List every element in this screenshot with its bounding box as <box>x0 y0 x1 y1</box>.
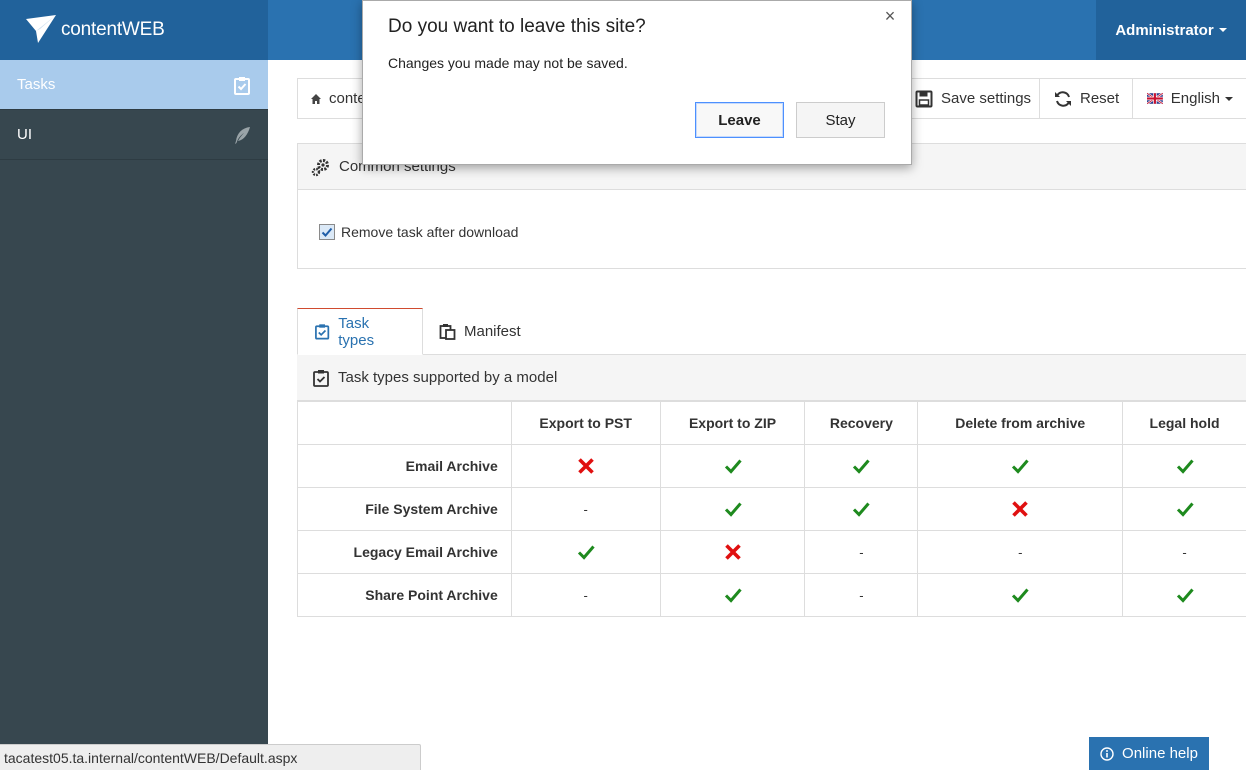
column-header: Recovery <box>804 401 919 445</box>
checkbox-label: Remove task after download <box>341 224 519 240</box>
task-types-table: Export to PST Export to ZIP Recovery Del… <box>297 401 1246 617</box>
leave-button[interactable]: Leave <box>695 102 784 138</box>
supported-check-icon <box>659 487 806 531</box>
supported-check-icon <box>917 444 1124 488</box>
save-settings-button[interactable]: Save settings <box>901 79 1045 118</box>
row-label: Legacy Email Archive <box>297 530 512 574</box>
brand-name: contentWEB <box>61 19 165 40</box>
supported-check-icon <box>510 530 661 574</box>
dialog-message: Changes you made may not be saved. <box>388 55 628 71</box>
tab-bar: Task types Manifest <box>297 308 1246 355</box>
clipboard-check-icon <box>234 76 250 95</box>
language-label: English <box>1170 90 1220 107</box>
close-icon[interactable]: × <box>879 5 901 27</box>
checkmark-icon <box>321 227 333 237</box>
not-applicable-cell: - <box>804 530 919 574</box>
paper-plane-icon <box>26 15 56 43</box>
clipboard-check-icon <box>315 324 330 340</box>
supported-check-icon <box>659 573 806 617</box>
online-help-button[interactable]: Online help <box>1089 737 1209 770</box>
remove-task-option: Remove task after download <box>319 224 518 240</box>
table-row: Legacy Email Archive - - - <box>297 530 1246 574</box>
supported-check-icon <box>1122 573 1246 617</box>
not-applicable-cell: - <box>917 530 1124 574</box>
tab-label: Task types <box>338 314 375 349</box>
tab-task-types[interactable]: Task types <box>297 308 423 355</box>
online-help-label: Online help <box>1122 745 1198 762</box>
sidebar-item-ui[interactable]: UI <box>0 110 268 160</box>
remove-task-checkbox[interactable] <box>319 224 335 240</box>
stay-button[interactable]: Stay <box>796 102 885 138</box>
info-circle-icon <box>1100 746 1114 761</box>
supported-check-icon <box>804 444 919 488</box>
feather-icon <box>235 126 250 144</box>
unsupported-cross-icon <box>659 530 806 574</box>
unsupported-cross-icon <box>510 444 661 488</box>
brand-logo[interactable]: contentWEB <box>0 0 268 60</box>
table-header-row: Export to PST Export to ZIP Recovery Del… <box>297 401 1246 445</box>
row-label: Email Archive <box>297 444 512 488</box>
tab-label: Manifest <box>464 323 521 340</box>
clipboard-check-icon <box>313 369 329 387</box>
row-label: Share Point Archive <box>297 573 512 617</box>
column-header: Export to ZIP <box>659 401 806 445</box>
status-url: tacatest05.ta.internal/contentWEB/Defaul… <box>4 749 298 766</box>
task-types-header: Task types supported by a model <box>297 355 1246 401</box>
column-header: Delete from archive <box>917 401 1124 445</box>
not-applicable-cell: - <box>510 573 661 617</box>
tab-manifest[interactable]: Manifest <box>423 308 537 355</box>
caret-down-icon <box>1218 28 1227 32</box>
sidebar: Tasks UI <box>0 60 268 770</box>
not-applicable-cell: - <box>1122 530 1246 574</box>
not-applicable-cell: - <box>804 573 919 617</box>
floppy-disk-icon <box>915 90 933 107</box>
cogs-icon <box>311 158 329 176</box>
reset-button[interactable]: Reset <box>1039 79 1133 118</box>
supported-check-icon <box>1122 444 1246 488</box>
refresh-icon <box>1055 90 1071 107</box>
column-header: Legal hold <box>1122 401 1246 445</box>
sidebar-item-label: Tasks <box>17 76 56 93</box>
status-url-bar: tacatest05.ta.internal/contentWEB/Defaul… <box>0 744 421 770</box>
supported-check-icon <box>804 487 919 531</box>
breadcrumb[interactable]: conte <box>310 79 366 118</box>
column-header-empty <box>297 401 512 445</box>
table-row: File System Archive - <box>297 487 1246 531</box>
caret-down-icon <box>1225 96 1233 101</box>
home-icon <box>311 93 321 104</box>
user-menu[interactable]: Administrator <box>1096 0 1246 60</box>
table-row: Share Point Archive - - <box>297 573 1246 617</box>
sidebar-item-label: UI <box>17 126 32 143</box>
table-row: Email Archive <box>297 444 1246 488</box>
reset-label: Reset <box>1080 90 1120 107</box>
breadcrumb-label: conte <box>329 90 366 107</box>
save-settings-label: Save settings <box>941 90 1032 107</box>
supported-check-icon <box>1122 487 1246 531</box>
uk-flag-icon <box>1147 92 1163 105</box>
clipboard-copy-icon <box>439 324 456 340</box>
dialog-title: Do you want to leave this site? <box>388 16 646 37</box>
row-label: File System Archive <box>297 487 512 531</box>
sidebar-item-tasks[interactable]: Tasks <box>0 60 268 110</box>
not-applicable-cell: - <box>510 487 661 531</box>
language-dropdown[interactable]: English <box>1132 79 1246 118</box>
user-name: Administrator <box>1115 21 1214 39</box>
unsupported-cross-icon <box>917 487 1124 531</box>
supported-check-icon <box>917 573 1124 617</box>
supported-check-icon <box>659 444 806 488</box>
task-types-title: Task types supported by a model <box>338 369 558 386</box>
leave-site-dialog: Do you want to leave this site? × Change… <box>362 0 912 165</box>
column-header: Export to PST <box>510 401 661 445</box>
